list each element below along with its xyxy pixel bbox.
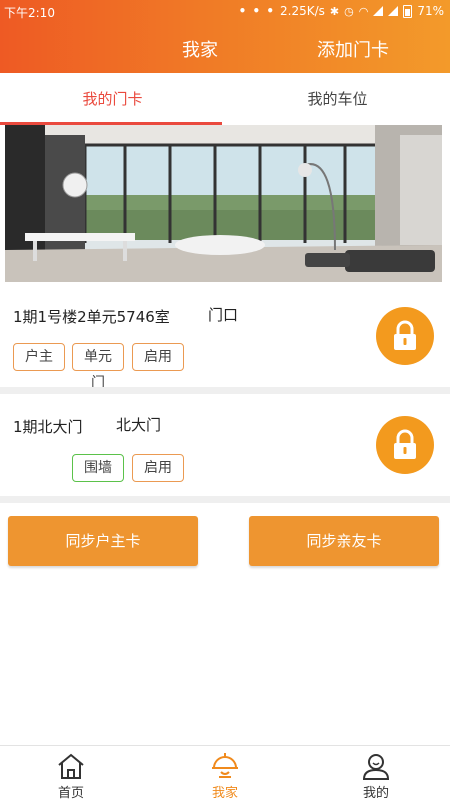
bottom-nav: 首页 我家 我的 — [0, 745, 450, 800]
status-time: 下午2:10 — [4, 6, 55, 20]
card-divider — [0, 496, 450, 503]
card-divider — [0, 387, 450, 394]
notification-dots: • • • — [238, 4, 275, 18]
signal-icon — [388, 6, 399, 16]
tab-my-parking[interactable]: 我的车位 — [225, 73, 450, 125]
padlock-icon — [394, 320, 416, 350]
status-bar: 下午2:10 • • • 2.25K/s ✱ ◷ ◠ 71% — [0, 0, 450, 22]
banner-image — [5, 125, 442, 282]
battery-icon — [403, 4, 413, 18]
sync-family-card-button[interactable]: 同步亲友卡 — [249, 516, 439, 566]
person-icon — [362, 754, 390, 780]
tab-my-cards[interactable]: 我的门卡 — [0, 73, 225, 125]
battery-level: 71% — [417, 4, 444, 18]
nav-label: 首页 — [57, 786, 84, 800]
lamp-icon — [212, 753, 238, 778]
nav-my-home[interactable]: 我家 — [180, 746, 270, 800]
badge-owner: 户主 — [13, 343, 65, 371]
add-card-button[interactable]: 添加门卡 — [317, 36, 389, 62]
signal-icon — [373, 6, 384, 16]
tab-bar: 我的门卡 我的车位 — [0, 73, 450, 125]
status-icons: • • • 2.25K/s ✱ ◷ ◠ 71% — [239, 4, 444, 18]
bluetooth-icon: ✱ — [329, 4, 340, 18]
door-card[interactable]: 1期1号楼2单元5746室 门口 户主 单元门 启用 — [0, 290, 450, 391]
card-gate: 门口 — [208, 306, 239, 324]
alarm-icon: ◷ — [344, 4, 354, 18]
badge-enabled: 启用 — [132, 343, 184, 371]
sync-owner-card-button[interactable]: 同步户主卡 — [8, 516, 198, 566]
header-bar: 下午2:10 • • • 2.25K/s ✱ ◷ ◠ 71% 我家 添加门卡 — [0, 0, 450, 73]
badge-enabled: 启用 — [132, 454, 184, 482]
home-icon — [58, 753, 84, 779]
nav-label: 我家 — [211, 786, 238, 800]
badge-unit-door: 单元门 — [72, 343, 124, 391]
card-address: 1期北大门 — [13, 418, 83, 436]
padlock-icon — [394, 429, 416, 459]
badge-wall: 围墙 — [72, 454, 124, 482]
card-gate: 北大门 — [116, 416, 162, 434]
door-card[interactable]: 1期北大门 北大门 围墙 启用 — [0, 394, 450, 496]
nav-label: 我的 — [362, 786, 389, 800]
unlock-button[interactable] — [376, 307, 434, 365]
card-address: 1期1号楼2单元5746室 — [13, 308, 170, 326]
nav-profile[interactable]: 我的 — [331, 746, 421, 800]
nav-home[interactable]: 首页 — [26, 746, 116, 800]
unlock-button[interactable] — [376, 416, 434, 474]
net-speed: 2.25K/s — [280, 4, 325, 18]
page-title: 我家 — [182, 40, 218, 61]
wifi-icon: ◠ — [358, 4, 369, 18]
